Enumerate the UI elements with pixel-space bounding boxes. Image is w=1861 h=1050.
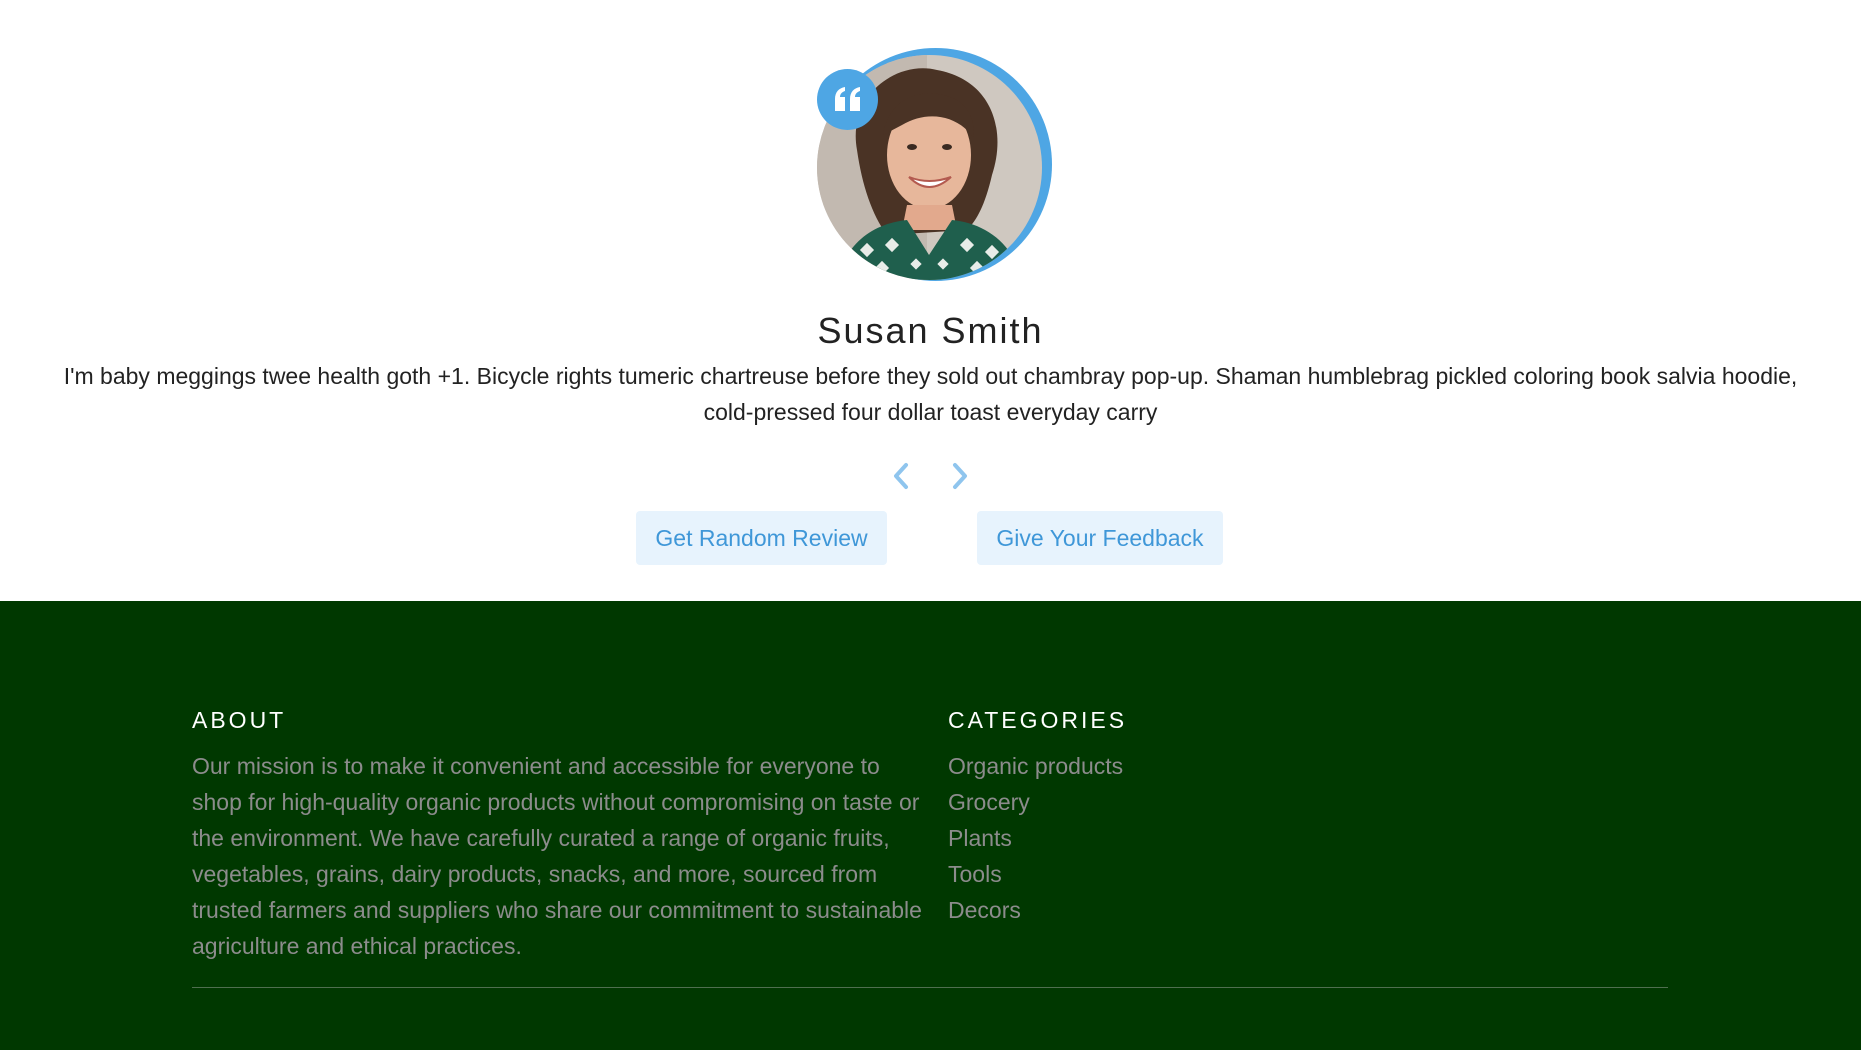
next-review-button[interactable] bbox=[946, 461, 974, 491]
review-section: Susan Smith I'm baby meggings twee healt… bbox=[0, 0, 1861, 600]
category-link-plants[interactable]: Plants bbox=[948, 820, 1123, 856]
site-footer: ABOUT Our mission is to make it convenie… bbox=[0, 601, 1861, 1050]
review-text: I'm baby meggings twee health goth +1. B… bbox=[63, 363, 1798, 425]
footer-divider bbox=[192, 987, 1668, 988]
reviewer-avatar-container bbox=[815, 47, 1055, 287]
categories-heading: CATEGORIES bbox=[948, 707, 1128, 733]
prev-review-button[interactable] bbox=[887, 461, 915, 491]
quote-glyph-icon bbox=[834, 86, 860, 111]
category-link-organic-products[interactable]: Organic products bbox=[948, 748, 1123, 784]
chevron-left-icon bbox=[894, 463, 908, 489]
chevron-right-icon bbox=[953, 463, 967, 489]
get-random-review-button[interactable]: Get Random Review bbox=[636, 511, 887, 565]
category-link-tools[interactable]: Tools bbox=[948, 856, 1123, 892]
give-feedback-button[interactable]: Give Your Feedback bbox=[977, 511, 1223, 565]
about-text: Our mission is to make it convenient and… bbox=[192, 753, 922, 959]
quote-icon bbox=[817, 69, 878, 130]
category-link-decors[interactable]: Decors bbox=[948, 892, 1123, 928]
category-link-grocery[interactable]: Grocery bbox=[948, 784, 1123, 820]
about-heading: ABOUT bbox=[192, 707, 287, 733]
categories-list: Organic products Grocery Plants Tools De… bbox=[948, 748, 1123, 928]
reviewer-name: Susan Smith bbox=[817, 310, 1044, 351]
